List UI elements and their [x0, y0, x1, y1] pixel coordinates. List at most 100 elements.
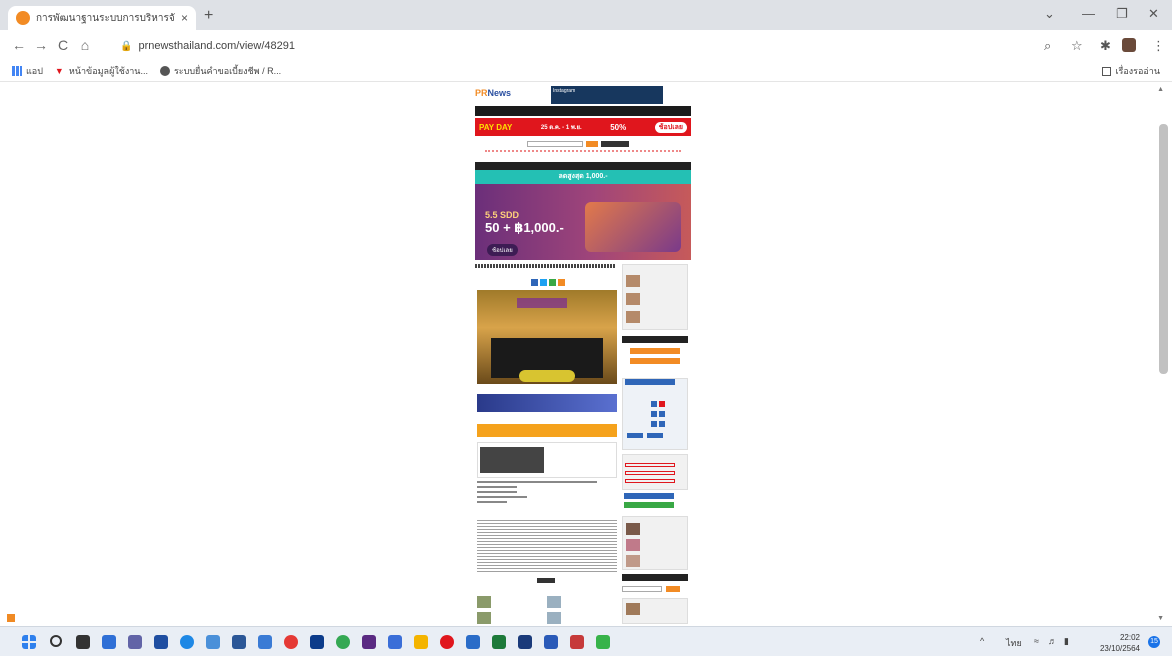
opera-icon[interactable] — [440, 635, 454, 649]
sidebar-thumb[interactable] — [626, 293, 640, 305]
app-icon[interactable] — [388, 635, 402, 649]
related-thumb[interactable] — [477, 612, 491, 624]
reload-button[interactable]: C — [52, 37, 74, 53]
bookmark-star-icon[interactable]: ☆ — [1071, 38, 1083, 54]
home-button[interactable]: ⌂ — [74, 37, 96, 53]
sidebar-thumb[interactable] — [626, 523, 640, 535]
reading-list-button[interactable]: เรื่องรออ่าน — [1102, 64, 1160, 78]
sidebar-mini-button[interactable] — [659, 401, 665, 407]
product-ad[interactable] — [477, 442, 617, 478]
sidebar-orange-button[interactable] — [630, 358, 680, 364]
payday-promo-banner[interactable]: PAY DAY 25 ต.ค. - 1 พ.ย. 50% ช้อปเลย — [475, 118, 691, 136]
related-thumb[interactable] — [477, 596, 491, 608]
battery-icon[interactable]: ▮ — [1064, 636, 1069, 647]
mail-icon[interactable] — [232, 635, 246, 649]
extensions-icon[interactable]: ✱ — [1100, 38, 1111, 54]
app-icon[interactable] — [206, 635, 220, 649]
site-search-input[interactable] — [527, 141, 583, 147]
sidebar-orange-button[interactable] — [630, 348, 680, 354]
top-banner-ad[interactable]: Instagram — [551, 86, 663, 104]
app-icon[interactable] — [570, 635, 584, 649]
sidebar-mini-button[interactable] — [627, 433, 643, 438]
address-bar[interactable]: 🔒 prnewsthailand.com/view/48291 — [112, 35, 1162, 57]
word-icon[interactable] — [466, 635, 480, 649]
photoshop-icon[interactable] — [310, 635, 324, 649]
inline-ad-strip[interactable] — [477, 394, 617, 412]
sidebar-green-button[interactable] — [624, 502, 674, 508]
ad-cta-button[interactable]: ช้อปเลย — [487, 244, 518, 256]
sidebar-mini-button[interactable] — [647, 433, 663, 438]
site-search-button[interactable] — [586, 141, 598, 147]
sidebar-input[interactable] — [625, 471, 675, 475]
notification-badge[interactable]: 15 — [1148, 636, 1160, 648]
taskbar-clock[interactable]: 22:02 23/10/2564 — [1100, 632, 1140, 654]
excel-icon[interactable] — [492, 635, 506, 649]
start-icon[interactable] — [22, 635, 36, 649]
site-logo[interactable]: PRNews — [475, 88, 511, 98]
sidebar-input[interactable] — [625, 479, 675, 483]
site-nav-bar[interactable] — [475, 106, 691, 116]
sidebar-mini-button[interactable] — [651, 421, 657, 427]
sidebar-input[interactable] — [625, 463, 675, 467]
scrollbar-thumb[interactable] — [1159, 124, 1168, 374]
chrome-icon[interactable] — [336, 635, 350, 649]
sidebar-thumb[interactable] — [626, 539, 640, 551]
related-thumb[interactable] — [547, 596, 561, 608]
green-promo-banner[interactable]: ลดสูงสุด 1,000.- — [475, 170, 691, 184]
back-button[interactable]: ← — [8, 37, 30, 53]
sidebar-mini-button[interactable] — [659, 421, 665, 427]
app-icon[interactable] — [258, 635, 272, 649]
app-icon[interactable] — [518, 635, 532, 649]
sidebar-thumb[interactable] — [626, 275, 640, 287]
restore-button[interactable]: ❐ — [1116, 6, 1128, 22]
file-explorer-icon[interactable] — [414, 635, 428, 649]
sidebar-mini-button[interactable] — [659, 411, 665, 417]
sidebar-thumb[interactable] — [626, 555, 640, 567]
tray-overflow-icon[interactable]: ^ — [980, 636, 984, 646]
tab-search-dropdown-icon[interactable]: ⌄ — [1044, 6, 1055, 22]
app-icon[interactable] — [544, 635, 558, 649]
edge-icon[interactable] — [180, 635, 194, 649]
menu-icon[interactable]: ⋮ — [1152, 38, 1165, 54]
facebook-share-icon[interactable] — [531, 279, 538, 286]
tab-close-button[interactable]: × — [181, 11, 188, 25]
app-icon[interactable] — [154, 635, 168, 649]
wifi-icon[interactable]: ≈ — [1034, 636, 1039, 646]
chat-icon[interactable] — [128, 635, 142, 649]
close-window-button[interactable]: ✕ — [1148, 6, 1159, 22]
new-tab-button[interactable]: + — [204, 7, 213, 25]
app-icon[interactable] — [284, 635, 298, 649]
browser-tab[interactable]: การพัฒนาฐานระบบการบริหารจัดการกี... × — [8, 6, 196, 30]
related-thumb[interactable] — [547, 612, 561, 624]
bookmark-pension-system[interactable]: ระบบยื่นคำขอเบี้ยงชีพ / R... — [159, 64, 281, 78]
bookmark-user-info[interactable]: ▼ หน้าข้อมูลผู้ใช้งาน... — [55, 64, 148, 78]
language-indicator[interactable]: ไทย — [1006, 636, 1022, 650]
search-icon[interactable] — [50, 635, 62, 647]
line-icon[interactable] — [596, 635, 610, 649]
minimize-button[interactable]: — — [1082, 6, 1095, 21]
promo-shop-button[interactable]: ช้อปเลย — [654, 121, 687, 133]
line-share-icon[interactable] — [549, 279, 556, 286]
sidebar-thumb[interactable] — [626, 311, 640, 323]
twitter-share-icon[interactable] — [540, 279, 547, 286]
task-view-icon[interactable] — [76, 635, 90, 649]
volume-icon[interactable]: ♬ — [1048, 636, 1057, 646]
zoom-icon[interactable]: ⌕ — [1044, 38, 1051, 54]
site-search-advanced-button[interactable] — [601, 141, 629, 147]
bookmark-apps[interactable]: แอป — [12, 64, 43, 78]
forward-button[interactable]: → — [30, 37, 52, 53]
sidebar-search-input[interactable] — [622, 586, 662, 592]
sidebar-mini-button[interactable] — [651, 401, 657, 407]
premiere-icon[interactable] — [362, 635, 376, 649]
sidebar-submit-button[interactable] — [624, 493, 674, 499]
scroll-up-icon[interactable]: ▲ — [1157, 86, 1164, 93]
read-more-button[interactable] — [537, 578, 555, 583]
subscribe-bar[interactable] — [477, 424, 617, 437]
scroll-down-icon[interactable]: ▼ — [1157, 615, 1164, 622]
widgets-icon[interactable] — [102, 635, 116, 649]
sidebar-search-button[interactable] — [666, 586, 680, 592]
sidebar-thumb[interactable] — [626, 603, 640, 615]
sidebar-mini-button[interactable] — [651, 411, 657, 417]
profile-avatar[interactable] — [1122, 38, 1136, 52]
shopping-ad-banner[interactable]: 5.5 SDD 50 + ฿1,000.- ช้อปเลย — [475, 184, 691, 260]
